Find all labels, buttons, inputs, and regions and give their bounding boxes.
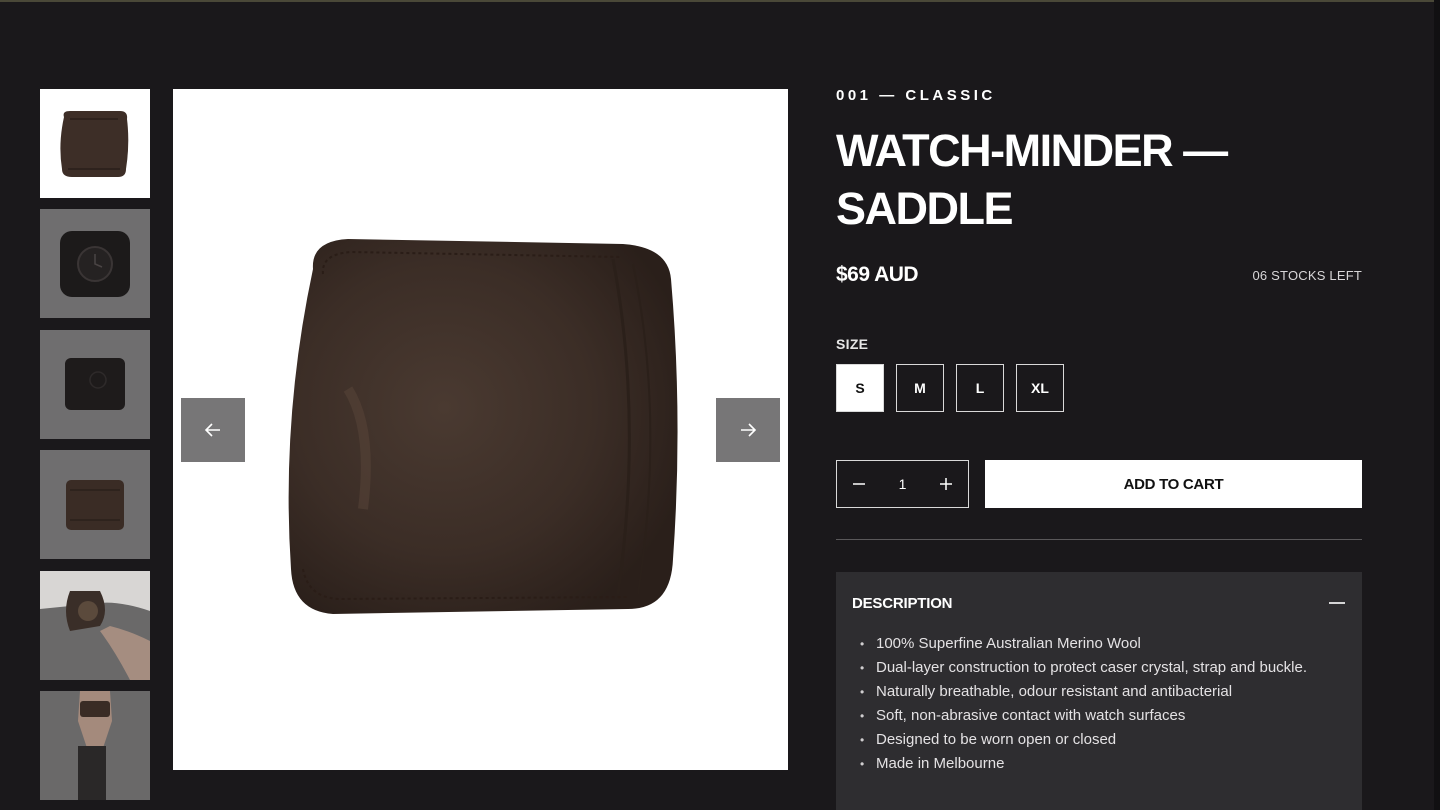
collapse-icon[interactable] bbox=[1328, 594, 1346, 612]
size-selector: S M L XL bbox=[836, 364, 1362, 412]
thumbnail-5[interactable] bbox=[40, 571, 150, 680]
product-collection-label: 001 — CLASSIC bbox=[836, 87, 996, 104]
list-item: Designed to be worn open or closed bbox=[860, 728, 1346, 752]
quantity-stepper: 1 bbox=[836, 460, 969, 508]
next-image-button[interactable] bbox=[716, 398, 780, 462]
increase-quantity-button[interactable] bbox=[938, 476, 954, 492]
product-info-panel: 001 — CLASSIC WATCH-MINDER — SADDLE $69 … bbox=[836, 85, 1362, 810]
description-list: 100% Superfine Australian Merino Wool Du… bbox=[852, 632, 1346, 776]
window-edge bbox=[1434, 0, 1440, 810]
list-item: Naturally breathable, odour resistant an… bbox=[860, 680, 1346, 704]
quantity-value[interactable]: 1 bbox=[899, 476, 907, 492]
minus-icon bbox=[853, 483, 865, 485]
thumbnail-2[interactable] bbox=[40, 209, 150, 318]
product-title-line-1: WATCH-MINDER — bbox=[836, 125, 1228, 176]
main-product-image bbox=[173, 89, 788, 770]
list-item: Dual-layer construction to protect caser… bbox=[860, 656, 1346, 680]
size-option-s[interactable]: S bbox=[836, 364, 884, 412]
list-item: Made in Melbourne bbox=[860, 752, 1346, 776]
add-to-cart-button[interactable]: ADD TO CART bbox=[985, 460, 1362, 508]
divider bbox=[836, 539, 1362, 540]
size-option-xl[interactable]: XL bbox=[1016, 364, 1064, 412]
product-title: WATCH-MINDER — SADDLE bbox=[836, 122, 1362, 238]
description-title: DESCRIPTION bbox=[852, 594, 953, 612]
product-photo bbox=[288, 239, 678, 614]
arrow-right-icon bbox=[741, 423, 757, 437]
list-item: 100% Superfine Australian Merino Wool bbox=[860, 632, 1346, 656]
price-row: $69 AUD 06 STOCKS LEFT bbox=[836, 260, 1362, 290]
description-accordion: DESCRIPTION 100% Superfine Australian Me… bbox=[836, 572, 1362, 810]
top-border bbox=[0, 0, 1440, 2]
size-option-l[interactable]: L bbox=[956, 364, 1004, 412]
stock-count: 06 STOCKS LEFT bbox=[1252, 267, 1362, 283]
thumbnail-gallery bbox=[40, 89, 150, 810]
arrow-left-icon bbox=[204, 423, 220, 437]
product-price: $69 AUD bbox=[836, 263, 919, 286]
cart-row: 1 ADD TO CART bbox=[836, 460, 1362, 508]
thumbnail-4[interactable] bbox=[40, 450, 150, 559]
size-label: SIZE bbox=[836, 336, 869, 352]
thumbnail-3[interactable] bbox=[40, 330, 150, 439]
product-title-line-2: SADDLE bbox=[836, 183, 1014, 234]
plus-icon bbox=[939, 478, 952, 490]
thumbnail-6[interactable] bbox=[40, 691, 150, 800]
previous-image-button[interactable] bbox=[181, 398, 245, 462]
thumbnail-1[interactable] bbox=[40, 89, 150, 198]
size-option-m[interactable]: M bbox=[896, 364, 944, 412]
list-item: Soft, non-abrasive contact with watch su… bbox=[860, 704, 1346, 728]
decrease-quantity-button[interactable] bbox=[851, 476, 867, 492]
description-header[interactable]: DESCRIPTION bbox=[852, 594, 1346, 612]
